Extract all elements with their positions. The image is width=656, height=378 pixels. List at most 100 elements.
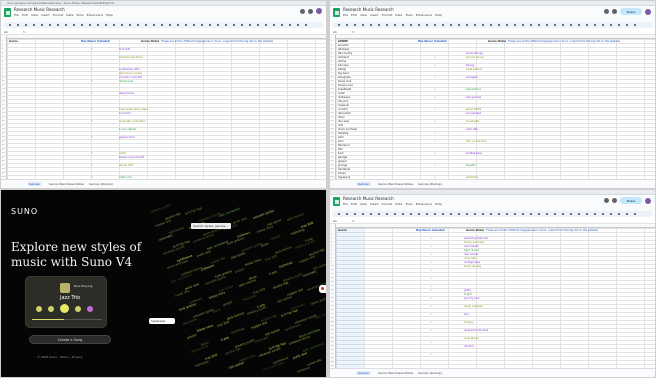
toolbar-button[interactable] bbox=[41, 24, 43, 26]
toolbar-button[interactable] bbox=[546, 213, 548, 215]
checkmark-icon[interactable]: ✓ bbox=[434, 152, 436, 155]
toolbar-button[interactable] bbox=[610, 213, 612, 215]
toolbar-button[interactable] bbox=[225, 24, 227, 26]
genre-cell[interactable]: alt-country bbox=[338, 52, 352, 55]
toolbar-button[interactable] bbox=[538, 213, 540, 215]
checkmark-icon[interactable]: ✓ bbox=[91, 120, 93, 123]
row-number[interactable]: 33 bbox=[331, 168, 334, 171]
genre-cell[interactable]: flamenco bbox=[338, 144, 350, 147]
toolbar-button[interactable] bbox=[209, 24, 211, 26]
toolbar-button[interactable] bbox=[538, 24, 540, 26]
genre-cell[interactable]: garage bbox=[338, 156, 347, 159]
sheets-logo-icon[interactable] bbox=[4, 8, 11, 17]
toolbar-button[interactable] bbox=[145, 24, 147, 26]
toolbar-button[interactable] bbox=[97, 24, 99, 26]
footer-links[interactable]: © 2024 Suno · Terms · Privacy bbox=[37, 355, 83, 359]
row-number[interactable]: 7 bbox=[331, 253, 332, 256]
row-number[interactable]: 16 bbox=[331, 289, 334, 292]
toolbar-button[interactable] bbox=[570, 24, 572, 26]
style-tag[interactable]: bossa nova bbox=[244, 257, 261, 267]
toolbar-button[interactable] bbox=[354, 24, 356, 26]
tab-genres[interactable]: Genres bbox=[356, 371, 371, 375]
row-number[interactable]: 12 bbox=[331, 273, 334, 276]
style-tag[interactable]: bossa nova bbox=[196, 323, 213, 333]
toolbar-button[interactable] bbox=[153, 24, 155, 26]
note-cell[interactable]: banjo fiddle bbox=[466, 108, 481, 111]
note-cell[interactable]: four on the floor bbox=[466, 140, 487, 143]
style-tag[interactable]: chillwave bbox=[200, 263, 214, 272]
note-cell[interactable]: lo-fi chill bbox=[119, 48, 130, 51]
checkmark-icon[interactable]: ✓ bbox=[91, 108, 93, 111]
style-tag[interactable]: hyperpop bbox=[242, 293, 257, 302]
note-cell[interactable]: warm strings bbox=[466, 52, 483, 55]
genre-cell[interactable]: funk bbox=[338, 152, 344, 155]
row-number[interactable]: 1 bbox=[331, 229, 332, 232]
note-cell[interactable]: energetic bbox=[466, 76, 478, 79]
toolbar-button[interactable] bbox=[57, 24, 59, 26]
toolbar-button[interactable] bbox=[490, 213, 492, 215]
toolbar-button[interactable] bbox=[410, 24, 412, 26]
checkmark-icon[interactable]: ✓ bbox=[434, 96, 436, 99]
row-number[interactable]: 26 bbox=[2, 140, 5, 143]
row-number[interactable]: 25 bbox=[331, 136, 334, 139]
toolbar-button[interactable] bbox=[602, 24, 604, 26]
style-tag[interactable]: dark techno bbox=[238, 278, 256, 288]
row-number[interactable]: 21 bbox=[331, 309, 334, 312]
style-tag[interactable]: hyperpop bbox=[278, 260, 293, 269]
toolbar-button[interactable] bbox=[530, 213, 532, 215]
row-number[interactable]: 22 bbox=[331, 124, 334, 127]
genre-cell[interactable]: ambient bbox=[338, 56, 349, 59]
toolbar-button[interactable] bbox=[634, 213, 636, 215]
note-cell[interactable]: synthwave retro bbox=[119, 68, 140, 71]
tab-weirdness[interactable]: Genre Weirdness Notes bbox=[378, 371, 413, 375]
menu-item-view[interactable]: View bbox=[360, 13, 367, 17]
style-tag[interactable]: gospel bbox=[222, 300, 233, 307]
toolbar-button[interactable] bbox=[514, 24, 516, 26]
row-number[interactable]: 19 bbox=[331, 301, 334, 304]
toolbar-button[interactable] bbox=[394, 24, 396, 26]
comment-icon[interactable] bbox=[308, 8, 313, 14]
play-icon[interactable] bbox=[60, 304, 69, 313]
toolbar-button[interactable] bbox=[338, 24, 340, 26]
menu-item-format[interactable]: Format bbox=[53, 13, 64, 17]
genre-cell[interactable]: doo-wop bbox=[338, 120, 349, 123]
row-number[interactable]: 10 bbox=[2, 76, 5, 79]
style-tag[interactable]: dark techno bbox=[274, 245, 292, 255]
style-tag[interactable]: trap 808 bbox=[216, 320, 229, 328]
toolbar-button[interactable] bbox=[402, 24, 404, 26]
header-long-note[interactable]: These are all the different tags/genres … bbox=[508, 40, 648, 43]
note-cell[interactable]: choppy bbox=[464, 321, 474, 324]
toolbar-button[interactable] bbox=[554, 213, 556, 215]
checkmark-icon[interactable]: ✓ bbox=[91, 92, 93, 95]
row-number[interactable]: 29 bbox=[331, 341, 334, 344]
checkmark-icon[interactable]: ✓ bbox=[430, 353, 432, 356]
note-cell[interactable]: crisp hats bbox=[464, 257, 477, 260]
style-tag[interactable]: dark techno bbox=[286, 212, 304, 222]
style-tag[interactable]: gospel bbox=[186, 333, 197, 340]
row-number[interactable]: 3 bbox=[2, 48, 3, 51]
row-number[interactable]: 3 bbox=[331, 48, 332, 51]
note-cell[interactable]: deep house bbox=[119, 92, 134, 95]
create-button[interactable]: Create a Song bbox=[29, 335, 111, 344]
row-number[interactable]: 2 bbox=[2, 44, 3, 47]
row-number[interactable]: 22 bbox=[2, 124, 5, 127]
style-tag[interactable]: lo-fi hip hop bbox=[280, 308, 298, 318]
row-number[interactable]: 15 bbox=[331, 96, 334, 99]
toolbar-button[interactable] bbox=[386, 213, 388, 215]
toolbar-button[interactable] bbox=[289, 24, 291, 26]
style-tag[interactable]: jazz piano bbox=[230, 251, 246, 260]
toolbar-button[interactable] bbox=[105, 24, 107, 26]
menu-item-data[interactable]: Data bbox=[66, 13, 73, 17]
checkmark-icon[interactable]: ✓ bbox=[430, 285, 432, 288]
row-number[interactable]: 11 bbox=[331, 269, 334, 272]
search-input[interactable]: Search styles, genres... bbox=[191, 223, 231, 229]
note-cell[interactable]: phonk drift bbox=[119, 164, 133, 167]
toolbar-button[interactable] bbox=[25, 24, 27, 26]
toolbar-button[interactable] bbox=[378, 213, 380, 215]
toolbar-button[interactable] bbox=[257, 24, 259, 26]
toolbar-button[interactable] bbox=[586, 24, 588, 26]
note-cell[interactable]: airy bbox=[464, 313, 469, 316]
row-number[interactable]: 17 bbox=[331, 293, 334, 296]
note-cell[interactable]: ambient electronic bbox=[119, 56, 143, 59]
row-number[interactable]: 18 bbox=[2, 108, 5, 111]
